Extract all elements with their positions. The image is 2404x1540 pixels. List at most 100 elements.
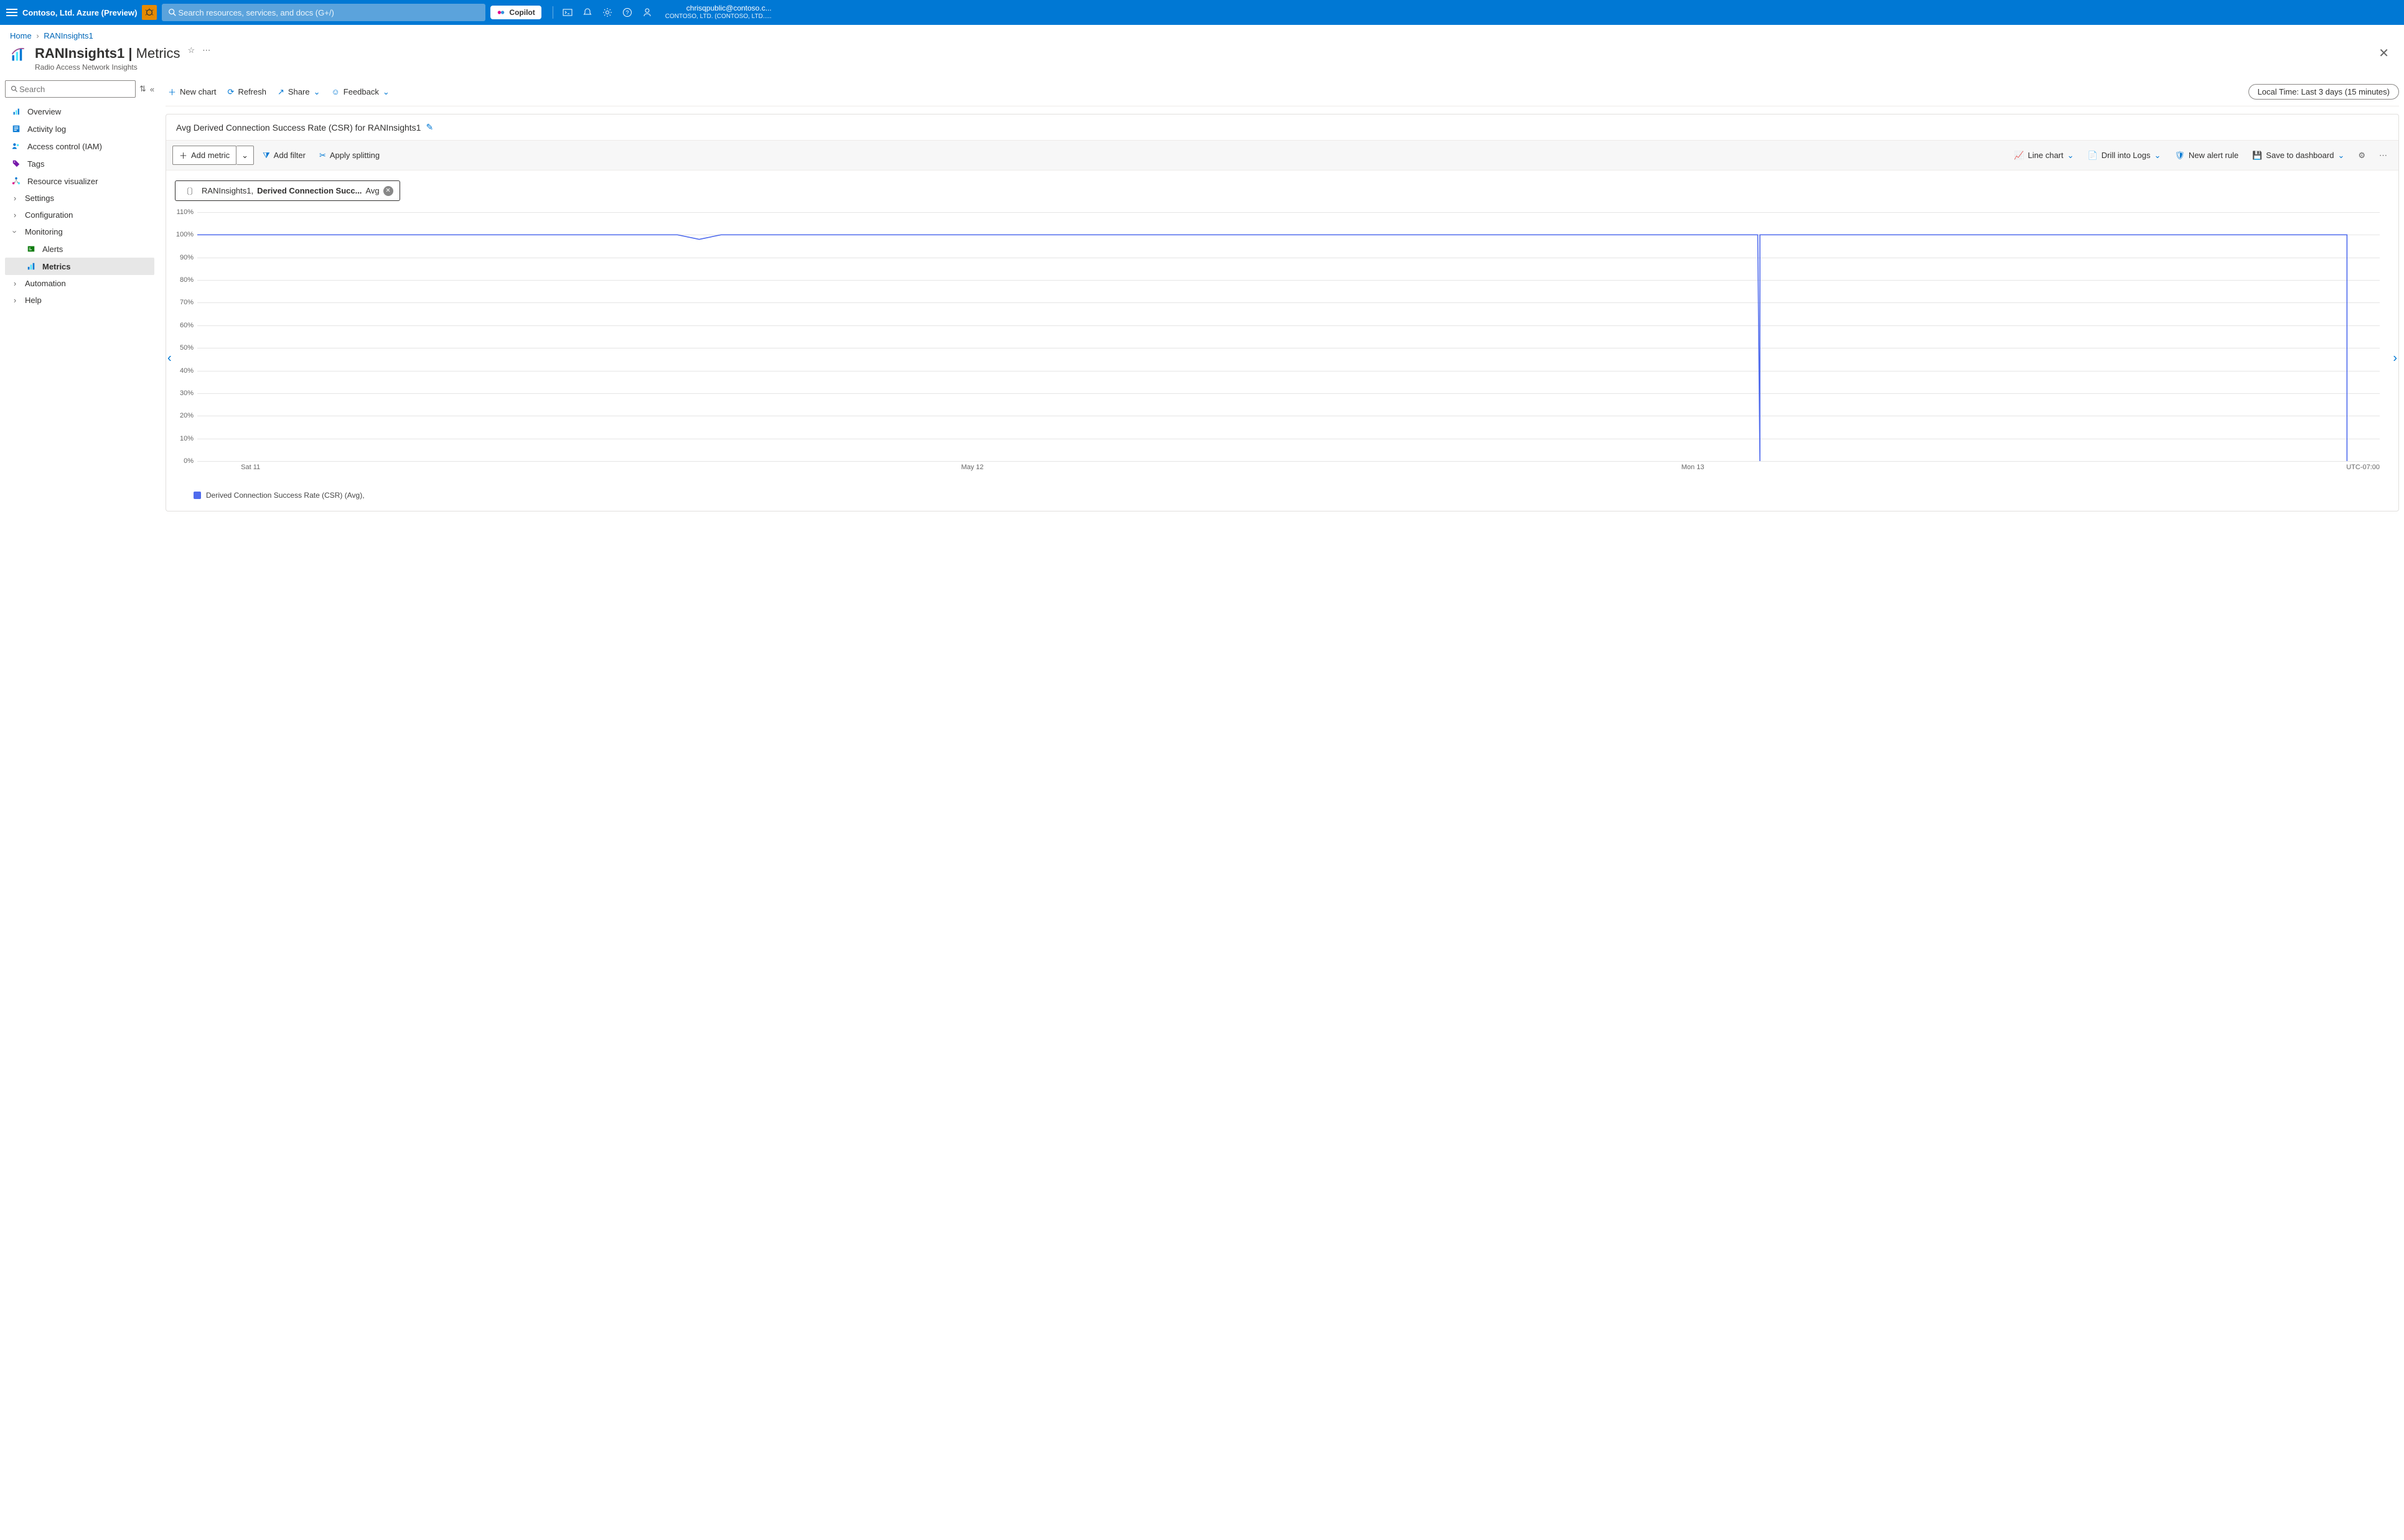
sidebar-item-alerts[interactable]: Alerts: [5, 240, 154, 258]
favorite-icon[interactable]: ☆: [188, 45, 195, 55]
preview-badge-icon[interactable]: [142, 5, 157, 20]
global-search[interactable]: [162, 4, 485, 21]
legend-swatch: [194, 492, 201, 499]
page-title: RANInsights1 | Metrics: [35, 45, 180, 62]
chevron-down-icon: ⌄: [241, 151, 248, 161]
apply-splitting-button[interactable]: ✂Apply splitting: [314, 147, 385, 164]
y-tick-label: 110%: [177, 208, 194, 216]
drill-logs-button[interactable]: 📄Drill into Logs ⌄: [2083, 147, 2166, 164]
card-toolbar: ＋Add metric ⌄ ⧩Add filter ✂Apply splitti…: [166, 140, 2398, 170]
edit-icon[interactable]: ✎: [426, 122, 433, 133]
cloudshell-icon[interactable]: [562, 7, 573, 18]
y-tick-label: 80%: [180, 276, 194, 284]
add-filter-button[interactable]: ⧩Add filter: [258, 147, 311, 164]
refresh-icon: ⟳: [228, 87, 235, 97]
settings-icon[interactable]: [602, 7, 613, 18]
sidebar-item-metrics[interactable]: Metrics: [5, 258, 154, 275]
sidebar-item-monitoring[interactable]: › Monitoring: [5, 223, 154, 240]
sidebar-item-overview[interactable]: Overview: [5, 103, 154, 120]
card-settings-button[interactable]: ⚙: [2353, 147, 2370, 164]
metrics-toolbar: ＋New chart ⟳Refresh ↗Share ⌄ ☺Feedback ⌄…: [166, 80, 2399, 106]
sidebar-item-help[interactable]: › Help: [5, 292, 154, 309]
share-icon: ↗: [278, 87, 284, 97]
more-icon: ⋯: [2379, 151, 2387, 161]
chip-remove-icon[interactable]: ✕: [383, 186, 393, 196]
copilot-label: Copilot: [509, 8, 535, 17]
account-info[interactable]: chrisqpublic@contoso.c... CONTOSO, LTD. …: [665, 4, 772, 20]
sidebar-search[interactable]: [5, 80, 136, 98]
refresh-button[interactable]: ⟳Refresh: [228, 87, 266, 97]
y-tick-label: 20%: [180, 412, 194, 419]
plus-icon: ＋: [168, 86, 176, 98]
more-icon[interactable]: ⋯: [202, 45, 210, 55]
sidebar-item-activity-log[interactable]: Activity log: [5, 120, 154, 138]
card-more-button[interactable]: ⋯: [2374, 147, 2392, 164]
chip-icon: 〔〕: [182, 185, 198, 197]
plus-icon: ＋: [179, 149, 187, 161]
sidebar: ⇅ « Overview Activity log Access control…: [0, 80, 158, 524]
sidebar-label: Help: [25, 296, 42, 305]
x-tick-label: Mon 13: [1681, 464, 1705, 471]
breadcrumb-home[interactable]: Home: [10, 31, 32, 40]
sidebar-item-iam[interactable]: Access control (IAM): [5, 138, 154, 155]
feedback-button[interactable]: ☺Feedback ⌄: [332, 87, 390, 97]
utc-label: UTC-07:00: [2346, 464, 2380, 471]
y-tick-label: 70%: [180, 299, 194, 306]
card-title-row: Avg Derived Connection Success Rate (CSR…: [166, 114, 2398, 140]
page-header: RANInsights1 | Metrics Radio Access Netw…: [0, 43, 2404, 80]
menu-icon[interactable]: [6, 7, 17, 18]
sidebar-search-input[interactable]: [18, 84, 130, 95]
sidebar-item-visualizer[interactable]: Resource visualizer: [5, 172, 154, 190]
add-metric-button[interactable]: ＋Add metric: [172, 146, 236, 165]
chart-prev-button[interactable]: ‹: [162, 347, 177, 371]
global-search-input[interactable]: [177, 7, 479, 18]
copilot-button[interactable]: Copilot: [490, 6, 541, 19]
breadcrumb-sep: ›: [36, 31, 39, 40]
chart-type-button[interactable]: 📈Line chart ⌄: [2009, 147, 2079, 164]
collapse-icon[interactable]: «: [150, 85, 154, 94]
brand-label[interactable]: Contoso, Ltd. Azure (Preview): [22, 8, 137, 17]
chevron-down-icon: ⌄: [2154, 151, 2161, 161]
sidebar-label: Alerts: [42, 245, 63, 254]
sidebar-label: Automation: [25, 279, 66, 288]
save-dashboard-button[interactable]: 💾Save to dashboard⌄: [2247, 147, 2349, 164]
breadcrumb: Home › RANInsights1: [0, 25, 2404, 43]
new-alert-button[interactable]: 🛡New alert rule: [2169, 147, 2243, 164]
metrics-icon: [26, 261, 36, 271]
metric-chip[interactable]: 〔〕 RANInsights1, Derived Connection Succ…: [175, 180, 400, 201]
legend-label: Derived Connection Success Rate (CSR) (A…: [206, 491, 365, 500]
svg-text:?: ?: [625, 10, 629, 16]
smile-icon: ☺: [332, 87, 340, 96]
copilot-icon: [497, 8, 505, 17]
sidebar-label: Monitoring: [25, 227, 63, 236]
close-icon[interactable]: ✕: [2378, 45, 2389, 61]
sidebar-item-tags[interactable]: Tags: [5, 155, 154, 172]
notifications-icon[interactable]: [582, 7, 593, 18]
y-tick-label: 60%: [180, 322, 194, 329]
chevron-down-icon: ›: [11, 228, 20, 236]
feedback-icon[interactable]: [642, 7, 653, 18]
breadcrumb-current[interactable]: RANInsights1: [44, 31, 93, 40]
alert-icon: 🛡: [2174, 151, 2185, 161]
help-icon[interactable]: ?: [622, 7, 633, 18]
chart-legend: Derived Connection Success Rate (CSR) (A…: [175, 474, 2380, 505]
search-icon: [168, 8, 177, 17]
sort-icon[interactable]: ⇅: [139, 84, 146, 94]
resource-icon: [10, 45, 27, 63]
filter-icon: ⧩: [263, 151, 270, 161]
chart-plot-area[interactable]: 0%10%20%30%40%50%60%70%80%90%100%110%: [197, 212, 2380, 461]
share-button[interactable]: ↗Share ⌄: [278, 87, 320, 97]
chip-agg: Avg: [365, 186, 379, 195]
add-metric-dropdown[interactable]: ⌄: [236, 146, 254, 165]
sidebar-label: Activity log: [27, 124, 66, 134]
chart-next-button[interactable]: ›: [2388, 347, 2402, 371]
sidebar-item-settings[interactable]: › Settings: [5, 190, 154, 207]
new-chart-button[interactable]: ＋New chart: [168, 86, 217, 98]
time-range-pill[interactable]: Local Time: Last 3 days (15 minutes): [2248, 84, 2399, 100]
page-subtitle: Radio Access Network Insights: [35, 63, 180, 72]
log-icon: [11, 124, 21, 134]
sidebar-item-automation[interactable]: › Automation: [5, 275, 154, 292]
x-tick-label: May 12: [961, 464, 983, 471]
sidebar-item-configuration[interactable]: › Configuration: [5, 207, 154, 223]
y-tick-label: 10%: [180, 435, 194, 442]
